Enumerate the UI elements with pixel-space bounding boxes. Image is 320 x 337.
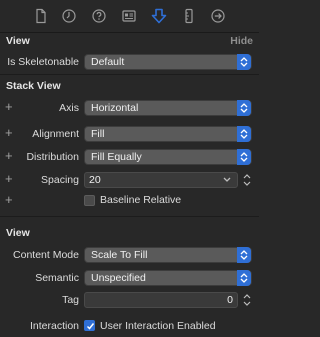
add-variation-axis-button[interactable]: + — [5, 100, 13, 113]
spacing-value: 20 — [89, 174, 101, 186]
is-skeletonable-value: Default — [91, 56, 125, 68]
connections-inspector-icon[interactable] — [210, 8, 226, 24]
tag-label: Tag — [62, 294, 79, 306]
semantic-popup[interactable]: Unspecified — [84, 270, 252, 286]
section-divider — [0, 216, 259, 217]
content-mode-label: Content Mode — [13, 249, 79, 261]
is-skeletonable-label: Is Skeletonable — [7, 56, 79, 68]
stack-view-section-title: Stack View — [6, 80, 61, 92]
semantic-label: Semantic — [35, 272, 79, 284]
spacing-input[interactable]: 20 — [84, 172, 238, 188]
interaction-label: Interaction — [29, 320, 79, 332]
popup-arrows-icon — [237, 149, 251, 165]
axis-popup[interactable]: Horizontal — [84, 100, 252, 116]
user-interaction-label: User Interaction Enabled — [100, 320, 216, 332]
identity-icon[interactable] — [121, 8, 137, 24]
baseline-relative-checkbox[interactable] — [84, 195, 95, 206]
file-inspector-icon[interactable] — [33, 8, 49, 24]
content-mode-popup[interactable]: Scale To Fill — [84, 247, 252, 263]
semantic-value: Unspecified — [91, 272, 146, 284]
popup-arrows-icon — [237, 270, 251, 286]
popup-arrows-icon — [237, 126, 251, 142]
popup-arrows-icon — [237, 247, 251, 263]
user-interaction-checkbox[interactable] — [84, 320, 95, 331]
distribution-value: Fill Equally — [91, 151, 142, 163]
size-inspector-icon[interactable] — [181, 8, 197, 24]
section-divider — [0, 74, 259, 75]
alignment-value: Fill — [91, 128, 105, 140]
distribution-label: Distribution — [26, 151, 79, 163]
axis-label: Axis — [59, 102, 79, 114]
baseline-relative-label: Baseline Relative — [100, 194, 182, 206]
alignment-label: Alignment — [32, 128, 79, 140]
tag-input[interactable]: 0 — [84, 292, 238, 308]
help-icon[interactable] — [91, 8, 107, 24]
view-section-title: View — [6, 35, 30, 47]
alignment-popup[interactable]: Fill — [84, 126, 252, 142]
add-variation-spacing-button[interactable]: + — [5, 172, 13, 185]
tag-stepper[interactable] — [241, 292, 253, 306]
add-variation-alignment-button[interactable]: + — [5, 126, 13, 139]
popup-arrows-icon — [237, 100, 251, 116]
add-variation-distribution-button[interactable]: + — [5, 149, 13, 162]
spacing-label: Spacing — [41, 174, 79, 186]
add-variation-baseline-button[interactable]: + — [5, 193, 13, 206]
distribution-popup[interactable]: Fill Equally — [84, 149, 252, 165]
spacing-dropdown-icon[interactable] — [223, 177, 235, 191]
spacing-stepper[interactable] — [241, 172, 253, 186]
is-skeletonable-popup[interactable]: Default — [84, 54, 252, 70]
hide-button[interactable]: Hide — [230, 35, 253, 47]
view-props-section-title: View — [6, 227, 30, 239]
tag-value: 0 — [227, 294, 233, 306]
axis-value: Horizontal — [91, 102, 139, 114]
history-icon[interactable] — [61, 8, 77, 24]
popup-arrows-icon — [237, 54, 251, 70]
inspector-toolbar — [0, 0, 259, 33]
attributes-inspector-icon[interactable] — [151, 8, 167, 24]
content-mode-value: Scale To Fill — [91, 249, 148, 261]
